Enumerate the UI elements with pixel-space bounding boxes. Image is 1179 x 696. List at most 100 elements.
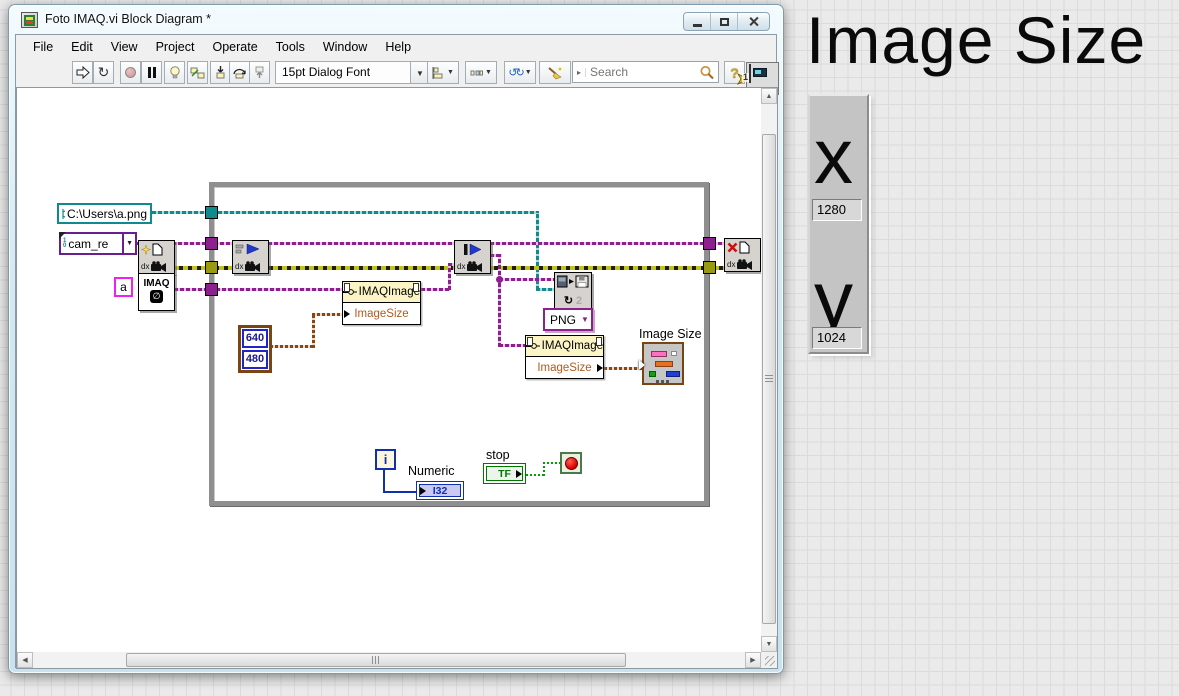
image-wire[interactable] [498,254,501,347]
distribute-objects-button[interactable]: ▼ [465,61,497,84]
iteration-wire[interactable] [383,491,417,493]
close-button[interactable] [738,13,769,30]
step-into-button[interactable] [210,61,231,84]
scroll-left-icon: ◀ [22,657,28,664]
camera-name-text: cam_re [68,236,109,251]
menu-operate[interactable]: Operate [203,37,266,57]
search-input[interactable] [586,65,699,79]
iteration-wire[interactable] [383,470,385,492]
iteration-terminal[interactable]: i [375,449,396,470]
image-size-output-wire[interactable] [604,367,643,370]
imaq-write-file-node[interactable]: ↻ 2 [554,272,592,309]
camera-dropdown-icon[interactable]: ▼ [122,234,135,253]
font-selector[interactable]: 15pt Dialog Font [275,61,411,84]
step-out-button[interactable] [249,61,270,84]
toolbar: ↻ 15pt Dialog Font ▼ ▼ ▼ ↺↻ ▼ ▸ Search ? [16,59,779,95]
run-continuous-button[interactable]: ↻ [93,61,114,84]
imaqdx-close-camera-node[interactable]: dx [724,238,761,272]
loop-condition-terminal[interactable] [560,452,582,474]
pause-button[interactable] [141,61,162,84]
vertical-scrollbar[interactable]: ▲ ▼ [761,88,777,652]
y-value-field[interactable]: 1024 [812,327,862,349]
camera-name-constant[interactable]: 1 0 cam_re ▼ [59,232,137,255]
horizontal-scrollbar[interactable]: ◀ ▶ [17,652,761,668]
retain-wire-values-button[interactable] [187,61,208,84]
scroll-down-button[interactable]: ▼ [761,636,777,652]
x-value-field[interactable]: 1280 [812,199,862,221]
file-type-value: PNG [550,312,577,327]
menu-project[interactable]: Project [147,37,204,57]
imaqdx-open-camera-node[interactable]: dx [138,240,175,274]
loop-tunnel-session-out[interactable] [703,237,716,250]
stop-control-label: stop [486,448,510,462]
run-button[interactable] [72,61,93,84]
property-node-imagesize-write[interactable]: IMAQImage ImageSize [342,281,421,325]
reorder-objects-button[interactable]: ↺↻ ▼ [504,61,536,84]
scroll-down-icon: ▼ [765,640,773,648]
camera-icon [151,261,167,272]
imaq-create-node[interactable]: IMAQ ∅ [138,273,175,311]
menu-window[interactable]: Window [314,37,376,57]
stop-control-terminal[interactable]: TF [483,463,526,484]
resize-grip-icon[interactable] [765,656,775,666]
imaqdx-grab-node[interactable]: dx [454,240,491,274]
height-constant[interactable]: 480 [242,350,268,369]
while-loop[interactable] [209,182,709,506]
vertical-scrollbar-thumb[interactable] [762,134,776,624]
image-name-constant[interactable]: a [114,277,133,297]
menu-help[interactable]: Help [376,37,420,57]
minimize-button[interactable] [684,13,711,30]
image-size-cluster-wire[interactable] [312,313,342,316]
image-size-cluster-wire[interactable] [270,345,314,348]
menu-view[interactable]: View [102,37,147,57]
width-constant[interactable]: 640 [242,329,268,348]
property-node-imagesize-read[interactable]: IMAQImage ImageSize [525,335,604,379]
numeric-indicator-terminal[interactable]: I32 [416,481,464,500]
file-type-ring-constant[interactable]: PNG ▼ [543,308,593,331]
image-size-cluster-indicator[interactable] [639,342,684,385]
loop-tunnel-session[interactable] [205,237,218,250]
step-over-button[interactable] [229,61,250,84]
image-wire[interactable] [499,278,554,281]
image-wire[interactable] [448,263,451,290]
file-path-constant[interactable]: C:\Users\a.png [57,203,152,224]
menu-edit[interactable]: Edit [62,37,102,57]
scroll-left-button[interactable]: ◀ [17,652,33,668]
grab-glyph [457,243,488,256]
image-wire[interactable] [499,344,525,347]
search-collapse-icon[interactable]: ▸ [573,67,587,77]
loop-tunnel-error[interactable] [205,261,218,274]
menu-file[interactable]: File [24,37,62,57]
imaqdx-configure-grab-node[interactable]: dx [232,240,269,274]
camera-session-wire[interactable] [136,242,726,245]
scroll-right-button[interactable]: ▶ [745,652,761,668]
loop-tunnel-image[interactable] [205,283,218,296]
horizontal-scrollbar-thumb[interactable] [126,653,626,667]
dropdown-arrow-icon: ▼ [447,69,454,76]
stop-boolean-wire[interactable] [543,462,560,464]
menu-tools[interactable]: Tools [267,37,314,57]
highlight-execution-button[interactable] [164,61,185,84]
node-behavior-icon [596,337,602,346]
titlebar[interactable]: Foto IMAQ.vi Block Diagram * [9,5,783,34]
diagram-canvas[interactable]: C:\Users\a.png 1 0 cam_re ▼ a dx IMAQ ∅ … [17,88,761,652]
resolution-cluster-constant[interactable]: 640 480 [238,325,272,373]
loop-tunnel-error-out[interactable] [703,261,716,274]
image-wire[interactable] [421,288,450,291]
stop-boolean-wire[interactable] [543,462,545,476]
run-icon [76,66,90,79]
image-size-cluster-wire[interactable] [312,313,315,348]
align-objects-button[interactable]: ▼ [427,61,459,84]
scroll-up-button[interactable]: ▲ [761,88,777,104]
cluster-icon-bar [655,361,673,367]
file-path-wire[interactable] [536,288,556,291]
file-path-text: C:\Users\a.png [66,206,147,221]
terminal-input-arrow [420,486,426,495]
abort-button[interactable] [120,61,141,84]
maximize-button[interactable] [711,13,738,30]
loop-tunnel-path[interactable] [205,206,218,219]
node-behavior-icon [413,283,419,292]
camera-icon [737,259,753,270]
image-wire[interactable] [174,288,342,291]
clean-up-diagram-button[interactable] [539,61,571,84]
